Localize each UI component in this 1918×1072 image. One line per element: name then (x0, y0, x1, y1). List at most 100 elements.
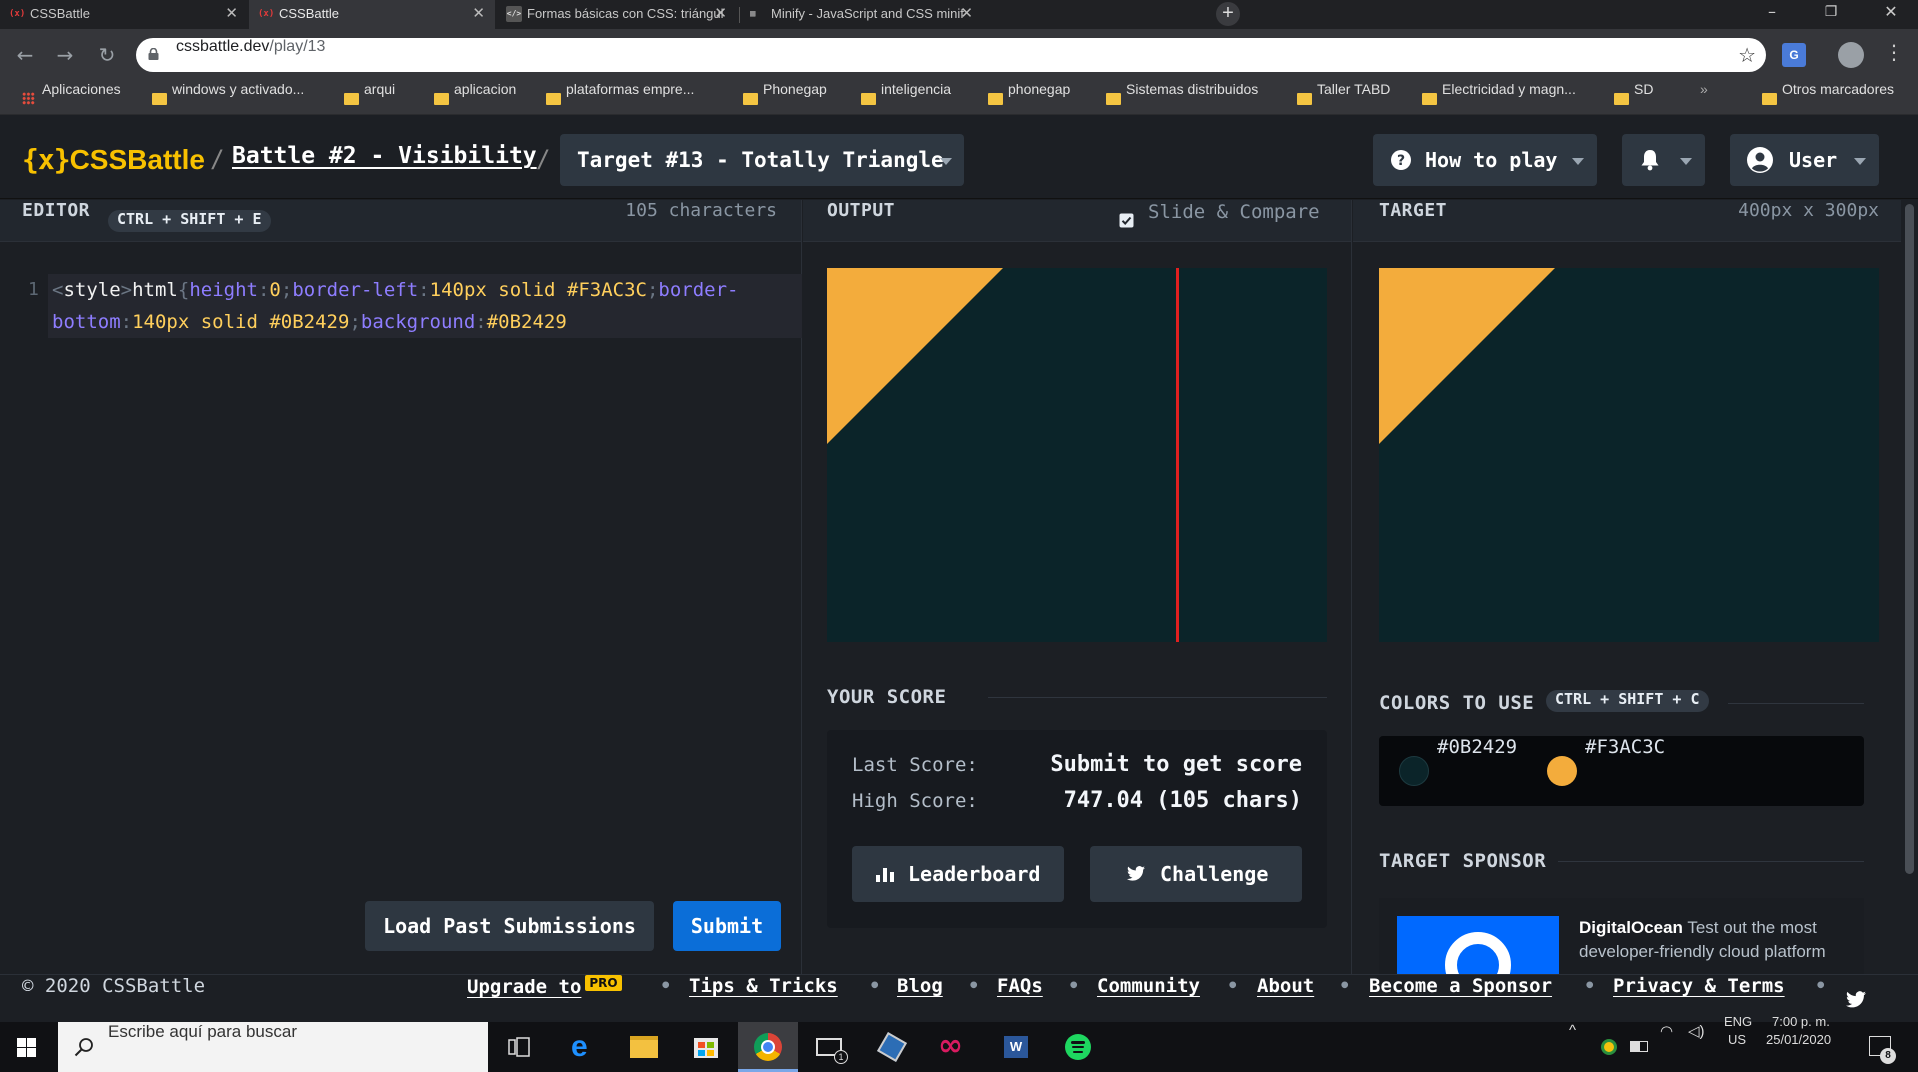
twitter-icon[interactable] (1846, 991, 1866, 1008)
close-tab-icon[interactable]: ✕ (714, 0, 727, 27)
browser-tab-strip: (x) CSSBattle ✕ (x) CSSBattle ✕ </> Form… (0, 0, 1918, 29)
tray-app-icon[interactable] (1601, 1039, 1617, 1055)
word-icon[interactable]: W (986, 1022, 1046, 1072)
virtualbox-icon[interactable] (862, 1022, 922, 1072)
leaderboard-button[interactable]: Leaderboard (852, 846, 1064, 902)
page-scrollbar[interactable] (1901, 200, 1918, 974)
blog-link[interactable]: Blog (897, 975, 943, 997)
taskbar-search-box[interactable]: Escribe aquí para buscar (58, 1022, 488, 1072)
code-line[interactable]: <style>html{height:0;border-left:140px s… (48, 274, 802, 338)
bookmark-folder[interactable]: SD (1612, 81, 1653, 115)
minimize-window-icon[interactable]: – (1749, 0, 1795, 29)
bell-icon (1641, 150, 1659, 171)
restore-window-icon[interactable]: ❐ (1808, 0, 1854, 29)
bookmark-apps[interactable]: Aplicaciones (20, 81, 121, 115)
output-preview-canvas[interactable] (827, 268, 1327, 642)
other-bookmarks[interactable]: Otros marcadores (1760, 81, 1894, 115)
reload-icon[interactable]: ↻ (94, 42, 120, 68)
close-window-icon[interactable]: ✕ (1868, 0, 1914, 29)
back-arrow-icon[interactable]: ← (12, 42, 38, 68)
bookmark-folder[interactable]: phonegap (986, 81, 1070, 115)
user-menu-button[interactable]: User (1730, 134, 1879, 186)
close-tab-icon[interactable]: ✕ (225, 0, 238, 27)
file-explorer-icon[interactable] (614, 1022, 674, 1072)
challenge-button[interactable]: Challenge (1090, 846, 1302, 902)
browser-tab-active[interactable]: (x) CSSBattle ✕ (249, 0, 495, 29)
windows-taskbar: Escribe aquí para buscar e 1 ∞ W ^ ◠ ◁) … (0, 1014, 1918, 1072)
clock-time[interactable]: 7:00 p. m. (1772, 1014, 1830, 1029)
color-swatch-orange[interactable] (1547, 756, 1577, 786)
bookmark-folder[interactable]: Sistemas distribuidos (1104, 81, 1258, 115)
community-link[interactable]: Community (1097, 975, 1200, 997)
colors-to-use-heading: COLORS TO USE (1379, 692, 1535, 714)
folder-icon (988, 93, 1003, 105)
folder-icon (743, 93, 758, 105)
high-score-value: 747.04 (105 chars) (1063, 788, 1302, 813)
lock-icon (148, 48, 159, 60)
load-past-submissions-button[interactable]: Load Past Submissions (365, 901, 654, 951)
code-token: html (132, 279, 178, 301)
color-swatch-dark[interactable] (1399, 756, 1429, 786)
wifi-icon[interactable]: ◠ (1660, 1022, 1673, 1040)
cssbattle-logo[interactable]: {x}CSSBattle (22, 143, 205, 176)
task-view-icon[interactable] (490, 1022, 550, 1072)
folder-icon (1106, 93, 1121, 105)
translate-extension-icon[interactable]: G (1782, 43, 1806, 67)
color-code[interactable]: #0B2429 (1437, 736, 1517, 758)
tray-chevron-up-icon[interactable]: ^ (1569, 1022, 1576, 1039)
output-title: OUTPUT (827, 200, 896, 221)
bookmarks-overflow-chevron-icon[interactable]: » (1700, 81, 1708, 115)
bookmark-folder[interactable]: plataformas empre... (544, 81, 694, 115)
tips-tricks-link[interactable]: Tips & Tricks (689, 975, 838, 997)
browser-tab[interactable]: </> Formas básicas con CSS: triángul ✕ (497, 0, 737, 29)
bookmark-folder[interactable]: windows y activado... (150, 81, 304, 115)
how-to-play-button[interactable]: ? How to play (1373, 134, 1597, 186)
line-number: 1 (28, 279, 39, 300)
become-sponsor-link[interactable]: Become a Sponsor (1369, 975, 1552, 997)
privacy-terms-link[interactable]: Privacy & Terms (1613, 975, 1785, 997)
store-icon[interactable] (676, 1022, 736, 1072)
bookmark-folder[interactable]: Taller TABD (1295, 81, 1390, 115)
bookmark-star-icon[interactable]: ☆ (1738, 38, 1756, 72)
compare-slider-line[interactable] (1176, 268, 1179, 642)
forward-arrow-icon[interactable]: → (52, 42, 78, 68)
region-indicator[interactable]: US (1728, 1032, 1746, 1047)
sponsor-card[interactable]: DigitalOcean Test out the most developer… (1379, 898, 1864, 978)
windows-start-icon[interactable] (17, 1038, 36, 1057)
battery-icon[interactable] (1630, 1041, 1648, 1052)
code-token: : (120, 311, 133, 333)
bookmark-folder[interactable]: aplicacion (432, 81, 516, 115)
language-indicator[interactable]: ENG (1724, 1014, 1752, 1029)
edge-browser-icon[interactable]: e (553, 1022, 613, 1072)
target-dropdown[interactable]: Target #13 - Totally Triangle (560, 134, 964, 186)
colors-palette: #0B2429 #F3AC3C (1379, 736, 1864, 806)
faqs-link[interactable]: FAQs (997, 975, 1043, 997)
submit-button[interactable]: Submit (673, 901, 781, 951)
mail-icon[interactable]: 1 (800, 1022, 860, 1072)
checkbox-checked-icon[interactable] (1119, 213, 1134, 228)
chrome-icon[interactable] (738, 1022, 798, 1072)
scrollbar-thumb[interactable] (1905, 204, 1914, 874)
bookmark-folder[interactable]: arqui (342, 81, 395, 115)
infinity-app-icon[interactable]: ∞ (924, 1022, 984, 1072)
about-link[interactable]: About (1257, 975, 1314, 997)
clock-date[interactable]: 25/01/2020 (1766, 1032, 1831, 1047)
bookmark-folder[interactable]: Phonegap (741, 81, 827, 115)
new-tab-plus-icon[interactable]: + (1216, 2, 1240, 26)
color-code[interactable]: #F3AC3C (1585, 736, 1665, 758)
upgrade-pro-link[interactable]: Upgrade to PRO (467, 975, 622, 998)
close-tab-icon[interactable]: ✕ (960, 0, 973, 27)
bookmark-folder[interactable]: Electricidad y magn... (1420, 81, 1576, 115)
bookmark-folder[interactable]: inteligencia (859, 81, 951, 115)
volume-icon[interactable]: ◁) (1688, 1022, 1705, 1040)
browser-tab[interactable]: (x) CSSBattle ✕ (0, 0, 248, 29)
battle-link[interactable]: Battle #2 - Visibility (232, 143, 537, 169)
browser-tab[interactable]: ▦ Minify - JavaScript and CSS minif ✕ (741, 0, 983, 29)
slide-compare-toggle[interactable]: Slide & Compare (1119, 201, 1352, 232)
spotify-icon[interactable] (1048, 1022, 1108, 1072)
address-bar[interactable]: cssbattle.dev/play/13 ☆ (136, 38, 1766, 72)
browser-menu-icon[interactable]: ⋮ (1884, 40, 1904, 64)
close-tab-icon[interactable]: ✕ (472, 0, 485, 27)
notifications-button[interactable] (1622, 134, 1705, 186)
profile-avatar-icon[interactable] (1838, 42, 1864, 68)
